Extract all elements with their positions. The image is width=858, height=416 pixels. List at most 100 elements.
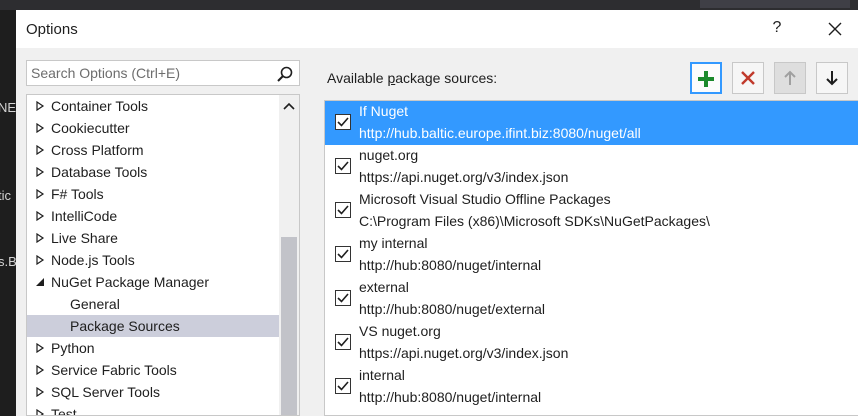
tree-item[interactable]: Cross Platform: [27, 139, 279, 161]
tree-item-label: F# Tools: [51, 186, 104, 202]
source-enabled-checkbox[interactable]: [335, 202, 351, 218]
tree-scrollbar[interactable]: [279, 95, 299, 415]
scrollbar-thumb[interactable]: [281, 237, 297, 415]
checkmark-icon: [337, 381, 349, 391]
checkmark-icon: [337, 205, 349, 215]
collapsed-arrow-icon[interactable]: [35, 101, 45, 111]
source-url: http://hub:8080/nuget/external: [359, 301, 546, 317]
collapsed-arrow-icon[interactable]: [35, 145, 45, 155]
package-source-item[interactable]: internal http://hub:8080/nuget/internal: [325, 365, 858, 409]
package-source-item[interactable]: external http://hub:8080/nuget/external: [325, 277, 858, 321]
collapsed-arrow-icon[interactable]: [35, 233, 45, 243]
remove-x-icon: [741, 71, 755, 85]
tree-item[interactable]: Live Share: [27, 227, 279, 249]
tree-item-label: Python: [51, 340, 95, 356]
chevron-up-icon[interactable]: [281, 99, 297, 115]
collapsed-arrow-icon[interactable]: [35, 123, 45, 133]
source-url: C:\Program Files (x86)\Microsoft SDKs\Nu…: [359, 213, 710, 229]
search-icon[interactable]: [276, 65, 294, 83]
close-icon: [828, 22, 842, 36]
package-source-item[interactable]: VS nuget.org https://api.nuget.org/v3/ind…: [325, 321, 858, 365]
move-down-button[interactable]: [816, 62, 848, 94]
help-button[interactable]: ?: [764, 19, 790, 41]
expanded-arrow-icon[interactable]: [35, 277, 45, 287]
source-url: http://hub:8080/nuget/internal: [359, 389, 542, 405]
package-sources-list[interactable]: If Nuget http://hub.baltic.europe.ifint.b…: [324, 100, 858, 416]
checkmark-icon: [337, 161, 349, 171]
tree-item-label: Package Sources: [70, 318, 180, 334]
source-enabled-checkbox[interactable]: [335, 334, 351, 350]
collapsed-arrow-icon[interactable]: [35, 255, 45, 265]
dialog-titlebar: Options ?: [16, 10, 858, 48]
source-name: Microsoft Visual Studio Offline Packages: [359, 191, 611, 207]
move-up-button[interactable]: [774, 62, 806, 94]
add-source-button[interactable]: [690, 62, 722, 94]
source-name: If Nuget: [359, 103, 409, 119]
package-source-item[interactable]: my internal http://hub:8080/nuget/interna…: [325, 233, 858, 277]
arrow-down-icon: [826, 71, 838, 86]
package-source-item[interactable]: If Nuget http://hub.baltic.europe.ifint.b…: [325, 101, 858, 145]
tree-item-label: Cookiecutter: [51, 120, 130, 136]
source-enabled-checkbox[interactable]: [335, 290, 351, 306]
source-enabled-checkbox[interactable]: [335, 378, 351, 394]
editor-fragment: tic: [0, 188, 11, 203]
dialog-title: Options: [26, 21, 78, 38]
tree-item-label: Test: [51, 406, 77, 416]
collapsed-arrow-icon[interactable]: [35, 167, 45, 177]
tree-item[interactable]: General: [27, 293, 279, 315]
collapsed-arrow-icon[interactable]: [35, 211, 45, 221]
label-part: Available: [327, 70, 388, 86]
options-dialog: Options ? Test SQL Server Tools Service Fa…: [16, 10, 858, 416]
tree-item[interactable]: Service Fabric Tools: [27, 359, 279, 381]
tree-item[interactable]: Test: [27, 403, 279, 416]
collapsed-arrow-icon[interactable]: [35, 409, 45, 416]
source-url: https://api.nuget.org/v3/index.json: [359, 169, 569, 185]
package-source-item[interactable]: nuget.org https://api.nuget.org/v3/index.…: [325, 145, 858, 189]
tree-item[interactable]: Container Tools: [27, 95, 279, 117]
source-name: internal: [359, 367, 405, 383]
close-button[interactable]: [820, 17, 850, 43]
tree-item[interactable]: SQL Server Tools: [27, 381, 279, 403]
tree-item[interactable]: NuGet Package Manager: [27, 271, 279, 293]
tree-item-label: Database Tools: [51, 164, 148, 180]
ide-background-bar: [0, 0, 858, 10]
options-tree[interactable]: Test SQL Server Tools Service Fabric Tools…: [26, 94, 300, 416]
tree-item-label: SQL Server Tools: [51, 384, 160, 400]
checkmark-icon: [337, 249, 349, 259]
collapsed-arrow-icon[interactable]: [35, 387, 45, 397]
source-name: my internal: [359, 235, 428, 251]
source-enabled-checkbox[interactable]: [335, 246, 351, 262]
tree-item[interactable]: Node.js Tools: [27, 249, 279, 271]
source-name: VS nuget.org: [359, 323, 441, 339]
tree-item[interactable]: Python: [27, 337, 279, 359]
tree-item-label: Cross Platform: [51, 142, 144, 158]
label-part: ackage sources:: [395, 70, 498, 86]
source-enabled-checkbox[interactable]: [335, 158, 351, 174]
collapsed-arrow-icon[interactable]: [35, 189, 45, 199]
remove-source-button[interactable]: [732, 62, 764, 94]
tree-item-label: NuGet Package Manager: [51, 274, 209, 290]
tree-item[interactable]: F# Tools: [27, 183, 279, 205]
arrow-up-icon: [784, 70, 796, 85]
search-input[interactable]: [31, 65, 271, 81]
search-box[interactable]: [26, 60, 300, 86]
source-enabled-checkbox[interactable]: [335, 114, 351, 130]
tree-item-label: Service Fabric Tools: [51, 362, 177, 378]
tree-item-label: Live Share: [51, 230, 118, 246]
checkmark-icon: [337, 293, 349, 303]
available-sources-label: Available package sources:: [327, 70, 497, 86]
source-url: http://hub.baltic.europe.ifint.biz:8080/…: [359, 125, 641, 141]
collapsed-arrow-icon[interactable]: [35, 365, 45, 375]
tree-item[interactable]: Database Tools: [27, 161, 279, 183]
tree-item-label: General: [70, 296, 120, 312]
tree-item[interactable]: Cookiecutter: [27, 117, 279, 139]
package-source-item[interactable]: Microsoft Visual Studio Offline Packages…: [325, 189, 858, 233]
tree-item-label: Node.js Tools: [51, 252, 135, 268]
ide-tab-strip: [700, 0, 850, 8]
checkmark-icon: [337, 117, 349, 127]
tree-item-label: IntelliCode: [51, 208, 118, 224]
tree-item[interactable]: IntelliCode: [27, 205, 279, 227]
tree-item[interactable]: Package Sources: [27, 315, 279, 337]
source-url: https://api.nuget.org/v3/index.json: [359, 345, 569, 361]
collapsed-arrow-icon[interactable]: [35, 343, 45, 353]
